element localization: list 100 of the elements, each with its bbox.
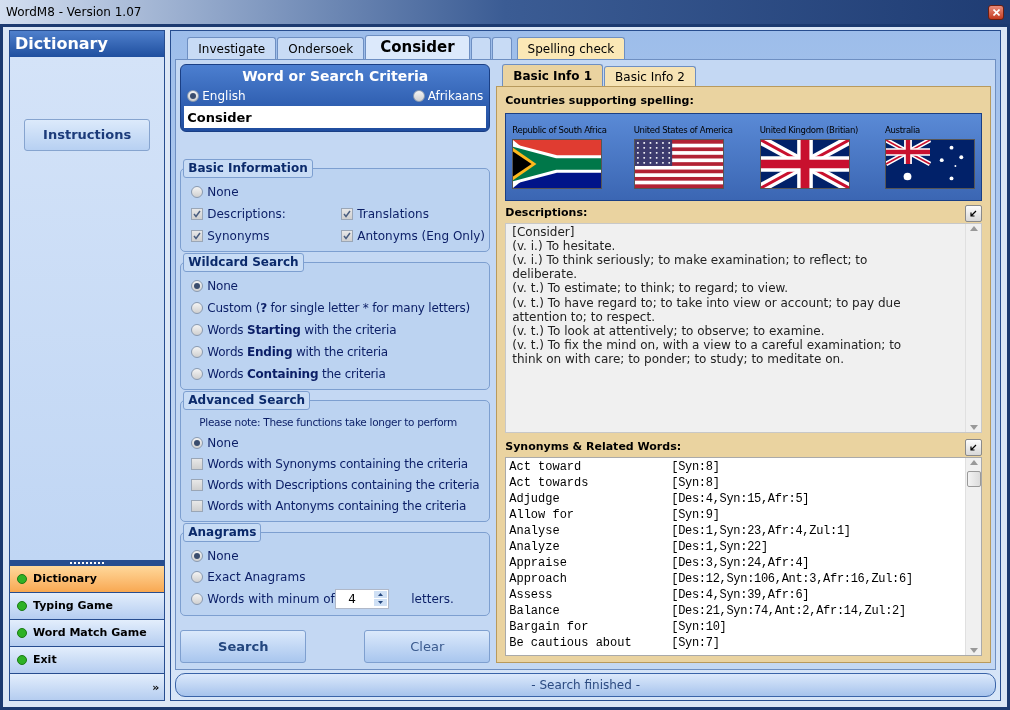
radio-label: Afrikaans	[427, 88, 484, 105]
synonym-word[interactable]: Bargain for	[509, 618, 672, 635]
synonym-word[interactable]: Be cautious about	[509, 634, 672, 651]
tab[interactable]: Ondersoek	[277, 37, 365, 59]
note-text: Please note: These functions take longer to perform	[198, 415, 459, 430]
status-bar: - Search finished -	[175, 673, 996, 697]
search-input[interactable]: Consider	[184, 106, 487, 128]
radio-label: None	[207, 547, 240, 565]
radio-button[interactable]	[191, 549, 204, 562]
description-line: (v. t.) To have regard to; to take into view or account; to pay due attention to; to respect.	[512, 295, 902, 324]
close-button[interactable]	[988, 4, 1004, 20]
flag-icon	[759, 138, 850, 189]
synonym-counts: [Des:4,Syn:15,Afr:5]	[671, 490, 810, 507]
tab[interactable]: Consider	[365, 35, 470, 59]
synonym-word[interactable]: Allow for	[509, 506, 672, 523]
nav-item[interactable]: Word Match Game	[10, 620, 165, 647]
radio-label: Custom (? for single letter * for many letters)	[207, 300, 471, 317]
checkbox-label: Antonyms (Eng Only)	[357, 228, 486, 245]
nav-item[interactable]: Exit	[10, 647, 165, 674]
tab[interactable]	[491, 37, 512, 59]
instructions-button[interactable]: Instructions	[24, 119, 151, 151]
synonym-counts: [Des:21,Syn:74,Ant:2,Afr:14,Zul:2]	[671, 602, 906, 619]
description-line: [Consider]	[512, 224, 576, 239]
nav-item[interactable]: Typing Game	[10, 593, 165, 620]
radio-button[interactable]	[412, 90, 425, 102]
radio-button[interactable]	[191, 436, 204, 449]
synonym-counts: [Syn:8]	[671, 458, 720, 475]
checkbox-label: Words with Synonyms containing the criteria	[207, 455, 468, 473]
radio-label: Words Containing the criteria	[207, 366, 386, 383]
section-title: Descriptions:	[505, 204, 588, 221]
checkbox[interactable]	[341, 208, 354, 220]
synonym-word[interactable]: Analyze	[509, 538, 672, 555]
checkbox-label: Words with Antonyms containing the criteria	[207, 497, 467, 515]
synonym-word[interactable]: Assess	[509, 586, 672, 603]
radio-button[interactable]	[191, 570, 204, 583]
synonym-word[interactable]: Act towards	[509, 474, 672, 491]
section-title: Countries supporting spelling:	[505, 93, 695, 109]
tab[interactable]	[470, 37, 491, 59]
radio-button[interactable]	[191, 302, 204, 314]
country-name: Republic of South Africa	[512, 124, 607, 137]
country-name: Australia	[885, 124, 920, 137]
scroll-thumb[interactable]	[966, 470, 981, 487]
synonym-word[interactable]: Balance	[509, 602, 672, 619]
tab[interactable]: Basic Info 1	[502, 64, 604, 86]
close-icon	[992, 8, 1000, 16]
synonym-counts: [Des:4,Syn:39,Afr:6]	[671, 586, 810, 603]
radio-button[interactable]	[191, 280, 204, 292]
radio-label: None	[207, 434, 239, 452]
synonym-word[interactable]: Approach	[509, 570, 672, 587]
scrollbar[interactable]	[965, 457, 981, 655]
synonym-counts: [Syn:8]	[671, 474, 720, 491]
description-line: (v. t.) To estimate; to think; to regard; to view.	[512, 281, 790, 296]
search-button[interactable]: Search	[180, 630, 307, 663]
description-line: (v. t.) To fix the mind on, with a view to a careful examination; to think on with care; to ponder; to study; to meditate on.	[512, 338, 903, 367]
expand-button[interactable]	[965, 438, 982, 456]
tab[interactable]: Investigate	[187, 37, 277, 59]
flag-icon	[633, 138, 724, 189]
radio-label: Words Ending with the criteria	[207, 344, 388, 361]
section-title: Synonyms & Related Words:	[505, 438, 682, 455]
more-button[interactable]: »	[152, 681, 160, 693]
radio-label: None	[207, 184, 239, 201]
synonym-word[interactable]: Adjudge	[509, 490, 672, 507]
clear-button[interactable]: Clear	[364, 630, 491, 663]
radio-button[interactable]	[191, 346, 204, 358]
nav-item[interactable]: Dictionary	[10, 566, 165, 593]
country-name: United States of America	[633, 124, 733, 137]
group-title: Advanced Search	[183, 391, 311, 410]
synonym-word[interactable]: Act toward	[509, 458, 672, 475]
radio-button[interactable]	[187, 90, 200, 102]
splitter-grip-icon[interactable]	[70, 561, 105, 565]
checkbox[interactable]	[191, 208, 204, 220]
checkbox-label: Translations	[357, 206, 429, 223]
checkbox[interactable]	[191, 230, 204, 242]
checkbox[interactable]	[191, 457, 204, 470]
synonym-word[interactable]: Appraise	[509, 554, 672, 571]
synonym-counts: [Des:1,Syn:23,Afr:4,Zul:1]	[671, 522, 851, 539]
flag-icon	[885, 138, 975, 189]
radio-button[interactable]	[191, 186, 204, 198]
checkbox-label: Synonyms	[207, 228, 270, 245]
synonym-counts: [Des:3,Syn:24,Afr:4]	[671, 554, 810, 571]
arrow-icon	[970, 209, 977, 217]
tab[interactable]: Basic Info 2	[604, 66, 696, 86]
group-title: Anagrams	[183, 522, 262, 542]
synonym-word[interactable]: Analyse	[509, 522, 672, 539]
radio-button[interactable]	[191, 324, 204, 336]
suffix-label: letters.	[411, 590, 454, 608]
radio-label: None	[207, 278, 238, 295]
country-name: United Kingdom (Britian)	[759, 124, 858, 137]
radio-button[interactable]	[191, 592, 204, 605]
description-line: (v. i.) To think seriously; to make examination; to reflect; to deliberate.	[512, 252, 869, 282]
number-spinner[interactable]: 4	[335, 588, 390, 609]
checkbox[interactable]	[191, 478, 204, 491]
checkbox[interactable]	[191, 499, 204, 512]
radio-button[interactable]	[191, 368, 204, 380]
checkbox[interactable]	[341, 230, 354, 242]
expand-button[interactable]	[965, 204, 982, 222]
tab[interactable]: Spelling check	[516, 37, 626, 59]
synonym-counts: [Syn:7]	[671, 634, 720, 651]
description-line: (v. t.) To look at attentively; to observe; to examine.	[512, 323, 826, 339]
synonym-counts: [Des:1,Syn:22]	[671, 538, 768, 555]
